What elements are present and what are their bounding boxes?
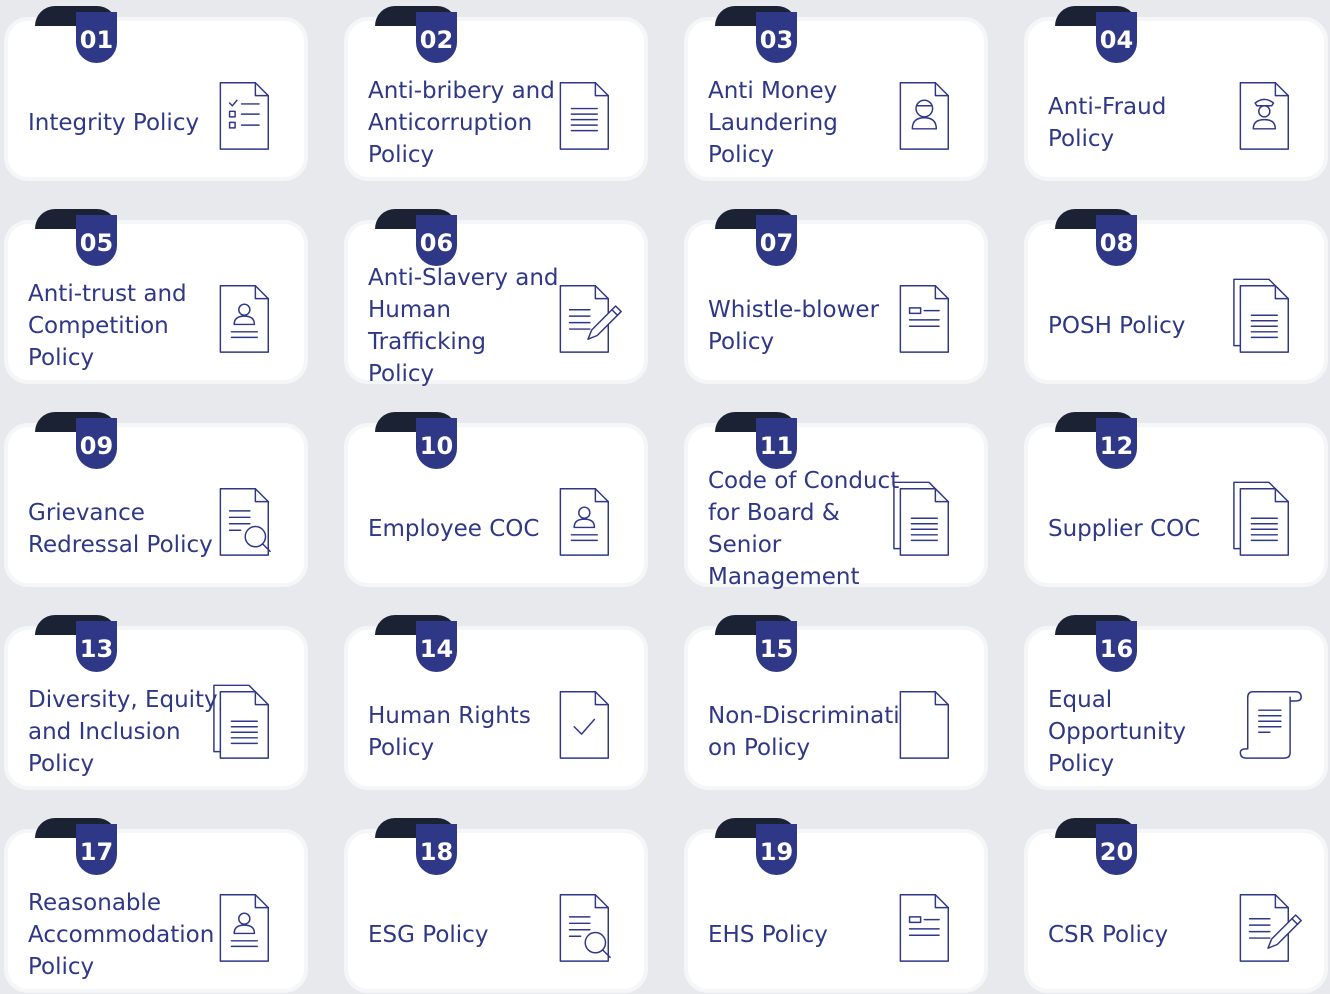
document-search-icon (210, 479, 286, 563)
form-document-icon (890, 276, 966, 360)
policy-card[interactable]: 13 Diversity, Equity, and Inclusion Policy (8, 615, 304, 786)
scroll-icon (1230, 682, 1306, 766)
check-document-icon (550, 682, 626, 766)
card-title: Anti-Slavery and Human Trafficking Policy (368, 265, 559, 387)
card-title: Non-Discriminati on Policy (708, 703, 900, 761)
policy-card[interactable]: 05 Anti-trust and Competition Policy (8, 209, 304, 380)
card-title: Anti-Fraud Policy (1048, 94, 1167, 152)
card-number-badge: 07 (756, 215, 797, 266)
card-number-badge: 19 (756, 824, 797, 875)
card-title: Human Rights Policy (368, 703, 531, 761)
checklist-icon (210, 73, 286, 157)
card-number-badge: 15 (756, 621, 797, 672)
card-title: Whistle-blower Policy (708, 297, 880, 355)
card-title: POSH Policy (1048, 313, 1186, 339)
blank-document-icon (890, 682, 966, 766)
card-number-badge: 05 (76, 215, 117, 266)
document-icon (550, 73, 626, 157)
stacked-documents-icon (1230, 276, 1306, 360)
card-number-badge: 10 (416, 418, 457, 469)
policy-card[interactable]: 15 Non-Discriminati on Policy (688, 615, 984, 786)
policy-card[interactable]: 19 EHS Policy (688, 818, 984, 989)
card-number-badge: 03 (756, 12, 797, 63)
card-title: ESG Policy (368, 922, 489, 948)
card-number-badge: 02 (416, 12, 457, 63)
fraud-document-icon (1230, 73, 1306, 157)
card-number-badge: 01 (76, 12, 117, 63)
card-title: Code of Conduct for Board & Senior Managem… (708, 468, 900, 590)
card-title: Reasonable Accommodation Policy (28, 890, 215, 980)
policy-card[interactable]: 18 ESG Policy (348, 818, 644, 989)
card-number-badge: 20 (1096, 824, 1137, 875)
card-title: Equal Opportunity Policy (1048, 687, 1187, 777)
policy-grid: 01 Integrity Policy 02 Anti-bribery and Anti… (0, 0, 1330, 994)
card-number-badge: 04 (1096, 12, 1137, 63)
card-number-badge: 08 (1096, 215, 1137, 266)
card-number-badge: 11 (756, 418, 797, 469)
card-number-badge: 09 (76, 418, 117, 469)
policy-card[interactable]: 17 Reasonable Accommodation Policy (8, 818, 304, 989)
policy-card[interactable]: 01 Integrity Policy (8, 6, 304, 177)
card-title: Employee COC (368, 516, 540, 542)
card-number-badge: 17 (76, 824, 117, 875)
policy-card[interactable]: 09 Grievance Redressal Policy (8, 412, 304, 583)
policy-card[interactable]: 08 POSH Policy (1028, 209, 1324, 380)
policy-card[interactable]: 02 Anti-bribery and Anticorruption Policy (348, 6, 644, 177)
card-number-badge: 14 (416, 621, 457, 672)
thief-document-icon (890, 73, 966, 157)
card-title: Anti-trust and Competition Policy (28, 281, 187, 371)
card-title: Anti-bribery and Anticorruption Policy (368, 78, 555, 168)
policy-card[interactable]: 12 Supplier COC (1028, 412, 1324, 583)
policy-card[interactable]: 11 Code of Conduct for Board & Senior Manag… (688, 412, 984, 590)
card-number-badge: 06 (416, 215, 457, 266)
policy-card[interactable]: 14 Human Rights Policy (348, 615, 644, 786)
stacked-documents-icon (890, 479, 966, 563)
policy-card[interactable]: 04 Anti-Fraud Policy (1028, 6, 1324, 177)
card-title: Grievance Redressal Policy (28, 500, 213, 558)
policy-card[interactable]: 06 Anti-Slavery and Human Trafficking Polic… (348, 209, 644, 387)
form-document-icon (890, 885, 966, 969)
document-pen-icon (550, 276, 626, 360)
policy-card[interactable]: 20 CSR Policy (1028, 818, 1324, 989)
card-number-badge: 13 (76, 621, 117, 672)
card-title: Diversity, Equity, and Inclusion Policy (28, 687, 225, 777)
card-number-badge: 12 (1096, 418, 1137, 469)
stacked-documents-icon (1230, 479, 1306, 563)
document-search-icon (550, 885, 626, 969)
policy-card[interactable]: 10 Employee COC (348, 412, 644, 583)
card-number-badge: 18 (416, 824, 457, 875)
card-title: EHS Policy (708, 922, 828, 948)
policy-card[interactable]: 03 Anti Money Laundering Policy (688, 6, 984, 177)
card-title: Supplier COC (1048, 516, 1201, 542)
card-title: CSR Policy (1048, 922, 1169, 948)
card-title: Integrity Policy (28, 110, 200, 136)
stacked-documents-icon (210, 682, 286, 766)
person-document-icon (550, 479, 626, 563)
policy-card[interactable]: 16 Equal Opportunity Policy (1028, 615, 1324, 786)
person-document-icon (210, 885, 286, 969)
document-pen-icon (1230, 885, 1306, 969)
card-number-badge: 16 (1096, 621, 1137, 672)
card-title: Anti Money Laundering Policy (708, 78, 838, 168)
policy-card[interactable]: 07 Whistle-blower Policy (688, 209, 984, 380)
person-document-icon (210, 276, 286, 360)
